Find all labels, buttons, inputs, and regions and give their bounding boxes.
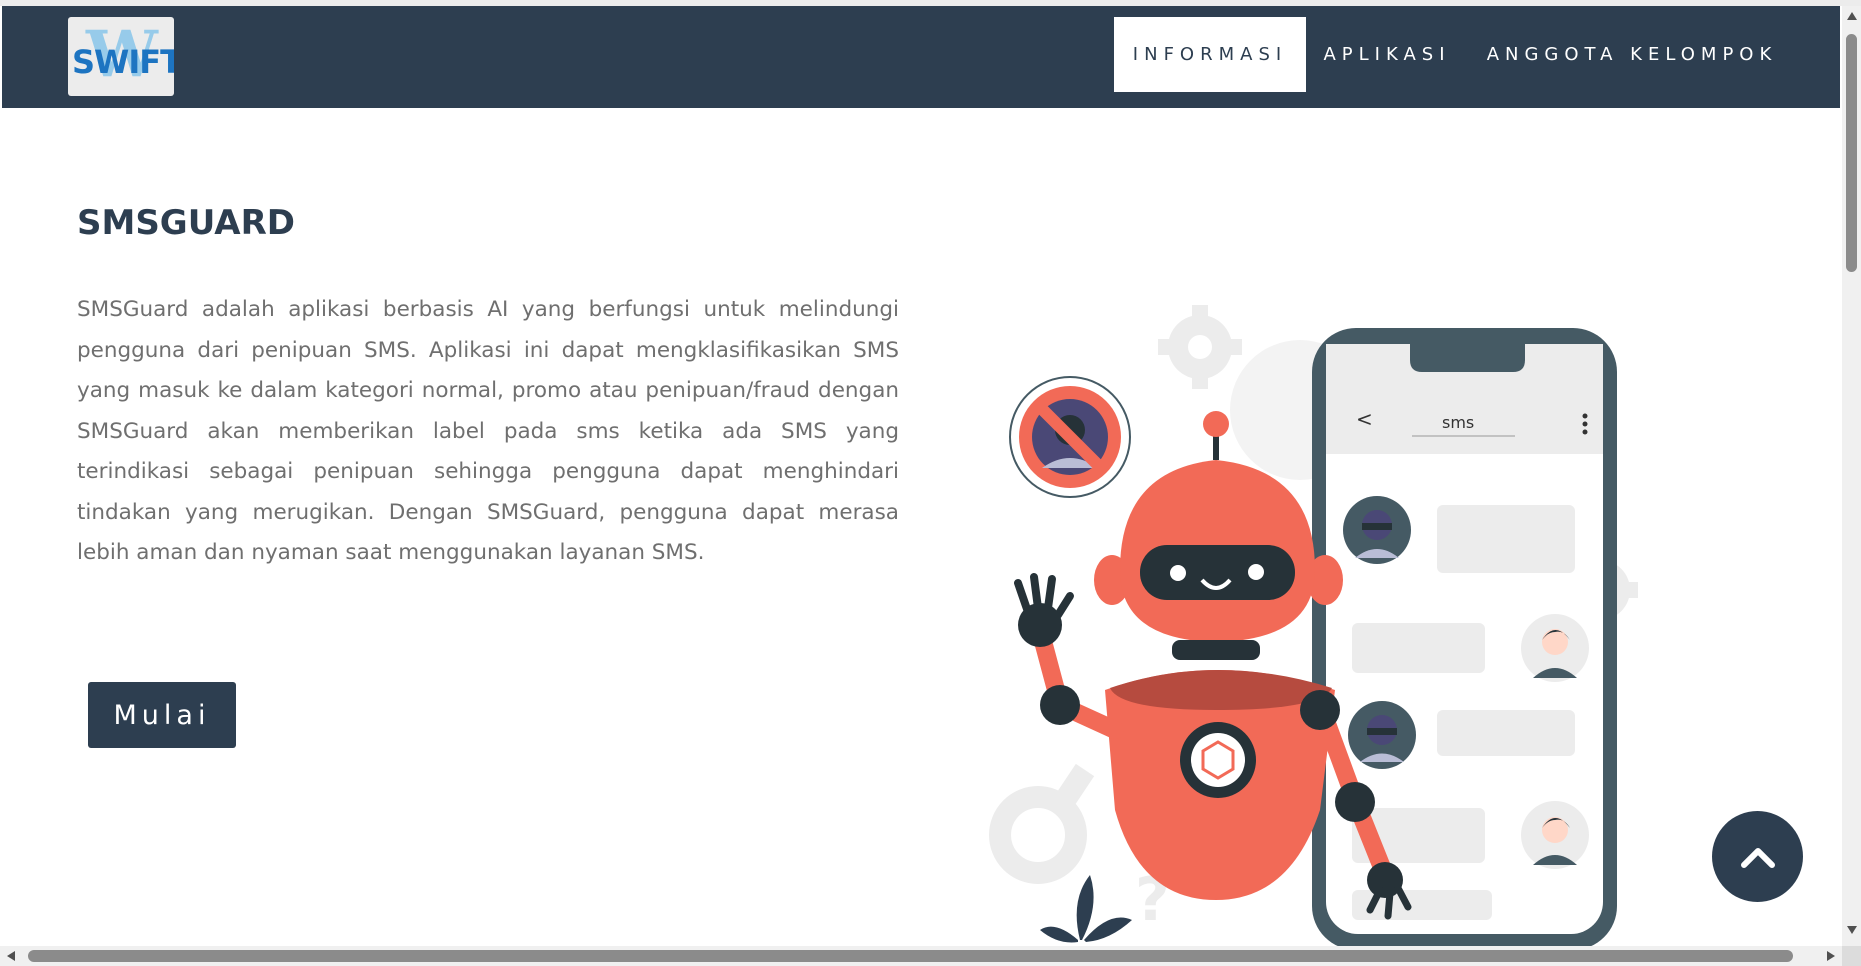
vertical-scroll-thumb[interactable] xyxy=(1846,34,1857,272)
page-title: SMSGUARD xyxy=(77,203,295,243)
no-scam-sign-icon xyxy=(1009,376,1131,498)
phone-title: sms xyxy=(1442,413,1474,432)
navbar: W SWIFT INFORMASI APLIKASI ANGGOTA KELOM… xyxy=(2,6,1840,108)
scroll-up-icon[interactable] xyxy=(1847,12,1857,20)
start-button[interactable]: Mulai xyxy=(88,682,236,748)
user-avatar xyxy=(1521,614,1589,682)
nav-item-informasi[interactable]: INFORMASI xyxy=(1114,17,1306,92)
scroll-down-icon[interactable] xyxy=(1847,926,1857,934)
back-to-top-button[interactable] xyxy=(1712,811,1803,902)
chevron-up-icon xyxy=(1740,847,1775,868)
nav-item-aplikasi[interactable]: APLIKASI xyxy=(1312,17,1462,92)
magnifier-decoration xyxy=(989,763,1095,884)
phone-back-label: < xyxy=(1356,407,1373,431)
logo-text: SWIFT xyxy=(72,43,174,81)
scroll-right-icon[interactable] xyxy=(1827,951,1835,961)
horizontal-scroll-thumb[interactable] xyxy=(28,950,1793,962)
phone-illustration: < sms xyxy=(1312,328,1617,950)
robot-phone-illustration: ? < sms xyxy=(989,305,1638,950)
vertical-scrollbar[interactable] xyxy=(1842,6,1861,946)
gear-icon xyxy=(1158,305,1242,389)
app-description: SMSGuard adalah aplikasi berbasis AI yan… xyxy=(77,297,899,565)
user-avatar xyxy=(1521,801,1589,869)
plant-icon xyxy=(1040,875,1132,943)
scammer-avatar xyxy=(1343,496,1411,564)
nav-item-anggota-kelompok[interactable]: ANGGOTA KELOMPOK xyxy=(1477,17,1787,92)
scrollbar-corner xyxy=(1842,946,1861,966)
logo[interactable]: W SWIFT xyxy=(68,17,174,96)
scammer-avatar xyxy=(1348,701,1416,769)
horizontal-scrollbar[interactable] xyxy=(0,946,1842,966)
scroll-left-icon[interactable] xyxy=(7,951,15,961)
